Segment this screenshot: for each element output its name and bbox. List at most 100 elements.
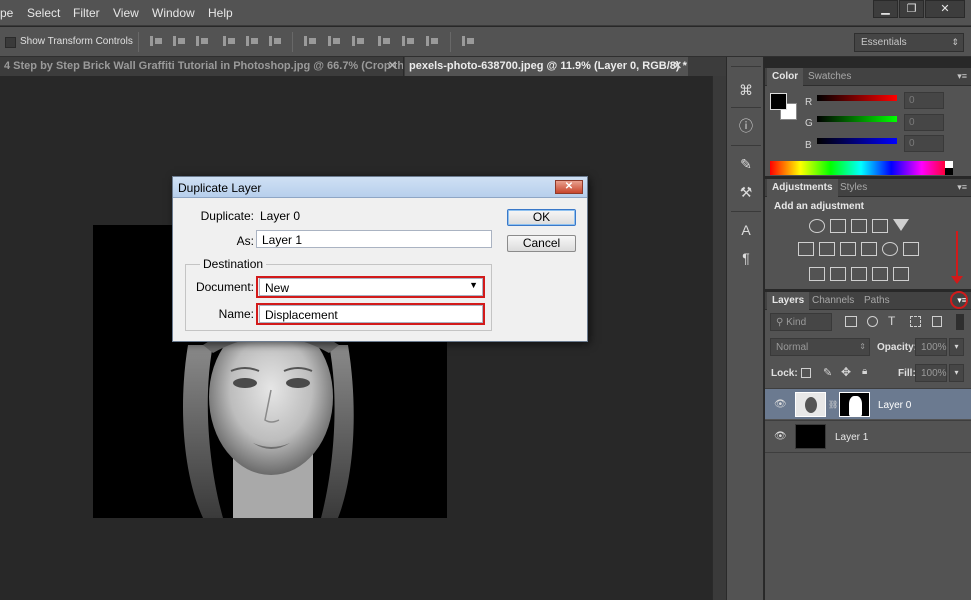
color-balance-icon[interactable]: [819, 242, 835, 256]
show-transform-checkbox[interactable]: [5, 37, 16, 48]
tool-presets-icon[interactable]: ⚒: [735, 181, 757, 203]
brush-settings-icon[interactable]: ✎: [735, 153, 757, 175]
restore-button[interactable]: ❐: [899, 0, 924, 18]
channel-r-value[interactable]: 0: [904, 92, 944, 109]
selective-color-icon[interactable]: [872, 267, 888, 281]
fill-field[interactable]: 100%: [915, 364, 947, 382]
black-swatch[interactable]: [945, 168, 953, 175]
filter-smart-icon[interactable]: [932, 316, 942, 327]
blend-mode-select[interactable]: Normal ⇕: [770, 338, 870, 356]
layer-mask-thumbnail[interactable]: [839, 392, 870, 417]
ok-button[interactable]: OK: [507, 209, 576, 226]
tab-paths[interactable]: Paths: [859, 292, 895, 310]
paragraph-icon[interactable]: ¶: [735, 247, 757, 269]
levels-icon[interactable]: [830, 219, 846, 233]
invert-icon[interactable]: [809, 267, 825, 281]
align-right-icon[interactable]: [267, 34, 283, 48]
tab-close-icon[interactable]: ✕: [388, 57, 397, 76]
fill-dropdown-icon[interactable]: ▾: [949, 364, 964, 382]
align-top-icon[interactable]: [148, 34, 164, 48]
tab-color[interactable]: Color: [767, 68, 804, 86]
channel-b-value[interactable]: 0: [904, 135, 944, 152]
filter-pixel-icon[interactable]: [845, 316, 857, 327]
filter-shape-icon[interactable]: [910, 316, 921, 327]
layer-row-0[interactable]: 👁︎ ⛓ Layer 0: [765, 388, 971, 419]
layer-kind-filter[interactable]: ⚲ Kind: [770, 313, 832, 331]
photo-filter-icon[interactable]: [861, 242, 877, 256]
mask-link-icon[interactable]: ⛓: [828, 400, 838, 409]
menu-select[interactable]: Select: [27, 6, 60, 20]
channel-r-slider[interactable]: [817, 95, 897, 101]
auto-align-icon[interactable]: [460, 34, 476, 48]
gradient-map-icon[interactable]: [893, 267, 909, 281]
visibility-eye-icon[interactable]: 👁︎: [774, 399, 787, 410]
adjustments-tabs: Adjustments Styles ▾≡: [765, 179, 971, 197]
channel-g-slider[interactable]: [817, 116, 897, 122]
black-white-icon[interactable]: [840, 242, 856, 256]
as-input[interactable]: Layer 1: [256, 230, 492, 248]
lock-position-icon[interactable]: ✥: [841, 365, 851, 379]
channel-g-value[interactable]: 0: [904, 114, 944, 131]
visibility-eye-icon[interactable]: 👁︎: [774, 431, 787, 442]
tab-close-icon[interactable]: ✕: [673, 57, 682, 76]
tab-styles[interactable]: Styles: [835, 179, 872, 197]
layer-row-1[interactable]: 👁︎ Layer 1: [765, 420, 971, 451]
canvas-scrollbar[interactable]: [712, 76, 726, 600]
align-bottom-icon[interactable]: [194, 34, 210, 48]
menu-window[interactable]: Window: [152, 6, 195, 20]
hue-saturation-icon[interactable]: [798, 242, 814, 256]
panel-menu-icon[interactable]: ▾≡: [957, 71, 967, 82]
color-lookup-icon[interactable]: [903, 242, 919, 256]
workspace-select[interactable]: Essentials ⇕: [854, 33, 964, 52]
curves-icon[interactable]: [851, 219, 867, 233]
cancel-button[interactable]: Cancel: [507, 235, 576, 252]
exposure-icon[interactable]: [872, 219, 888, 233]
align-vcenter-icon[interactable]: [171, 34, 187, 48]
menu-view[interactable]: View: [113, 6, 139, 20]
character-icon[interactable]: A: [735, 219, 757, 241]
lock-transparent-icon[interactable]: [801, 368, 811, 378]
tab-adjustments[interactable]: Adjustments: [767, 179, 838, 197]
vibrance-icon[interactable]: [893, 219, 909, 231]
white-swatch[interactable]: [945, 161, 953, 168]
color-spectrum[interactable]: [770, 161, 952, 175]
lock-all-icon[interactable]: 🔒︎: [862, 366, 867, 377]
document-tab-graffiti[interactable]: 4 Step by Step Brick Wall Graffiti Tutor…: [0, 57, 404, 76]
histogram-icon[interactable]: ⌘: [735, 79, 757, 101]
close-window-button[interactable]: ✕: [925, 0, 965, 18]
layer-name[interactable]: Layer 1: [835, 432, 868, 443]
menu-filter[interactable]: Filter: [73, 6, 100, 20]
tab-swatches[interactable]: Swatches: [803, 68, 856, 86]
minimize-button[interactable]: ▁: [873, 0, 898, 18]
menu-type[interactable]: pe: [0, 6, 13, 20]
tab-channels[interactable]: Channels: [807, 292, 859, 310]
opacity-dropdown-icon[interactable]: ▾: [949, 338, 964, 356]
distribute-left-icon[interactable]: [376, 34, 392, 48]
document-tab-pexels[interactable]: pexels-photo-638700.jpeg @ 11.9% (Layer …: [405, 57, 688, 76]
dock-grip: [731, 66, 761, 67]
distribute-right-icon[interactable]: [424, 34, 440, 48]
channel-mixer-icon[interactable]: [882, 242, 898, 256]
tab-layers[interactable]: Layers: [767, 292, 810, 310]
filter-adjustment-icon[interactable]: [867, 316, 878, 327]
layer-name[interactable]: Layer 0: [878, 400, 911, 411]
filter-toggle[interactable]: [956, 314, 964, 330]
panel-menu-icon[interactable]: ▾≡: [957, 182, 967, 193]
menu-help[interactable]: Help: [208, 6, 233, 20]
distribute-top-icon[interactable]: [302, 34, 318, 48]
align-left-icon[interactable]: [221, 34, 237, 48]
brightness-icon[interactable]: [809, 219, 825, 233]
lock-pixels-icon[interactable]: ✎: [823, 366, 832, 379]
distribute-vcenter-icon[interactable]: [326, 34, 342, 48]
distribute-bottom-icon[interactable]: [350, 34, 366, 48]
info-icon[interactable]: ⓘ: [735, 115, 757, 137]
distribute-hcenter-icon[interactable]: [400, 34, 416, 48]
opacity-field[interactable]: 100%: [915, 338, 947, 356]
filter-type-icon[interactable]: T: [888, 314, 895, 328]
align-hcenter-icon[interactable]: [244, 34, 260, 48]
channel-b-slider[interactable]: [817, 138, 897, 144]
dialog-titlebar[interactable]: Duplicate Layer: [173, 177, 587, 198]
posterize-icon[interactable]: [830, 267, 846, 281]
dialog-close-button[interactable]: ✕: [555, 180, 583, 194]
threshold-icon[interactable]: [851, 267, 867, 281]
